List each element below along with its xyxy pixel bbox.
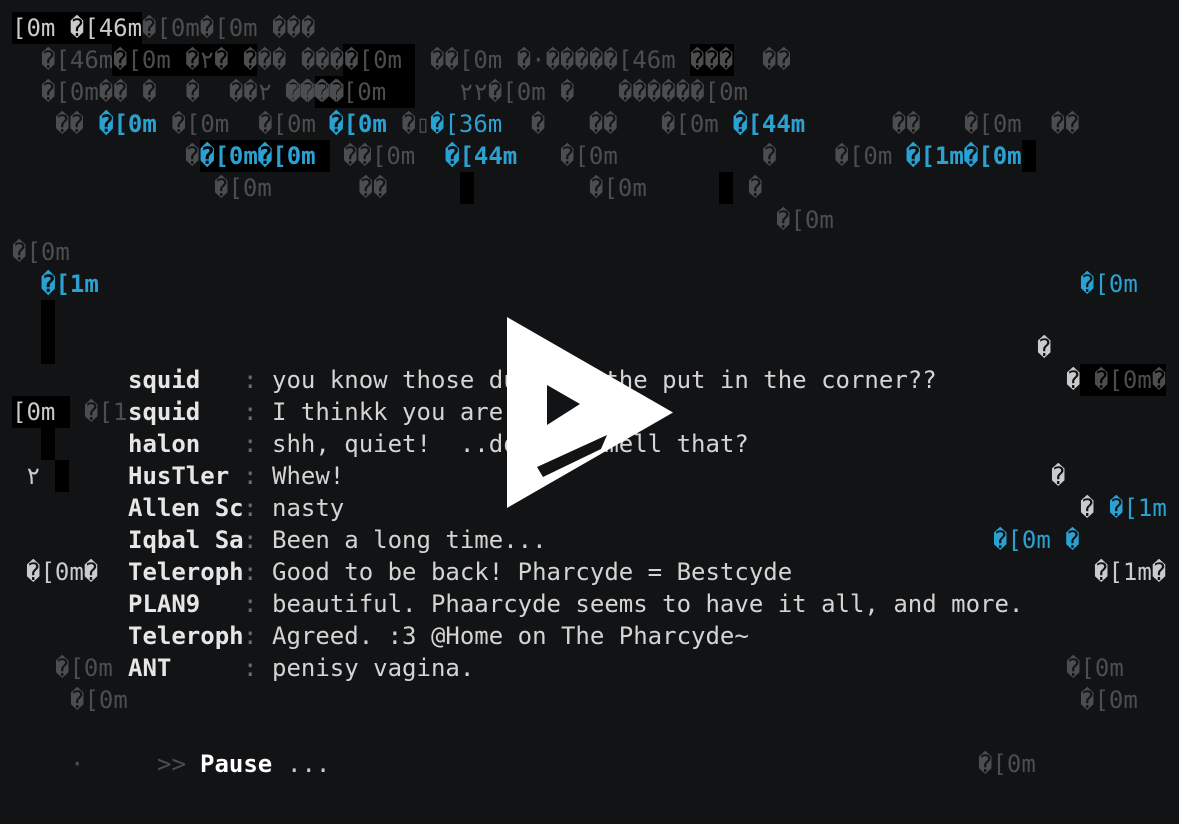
garbled-text: �[0m xyxy=(589,174,647,202)
chat-message: Whew! xyxy=(272,462,345,490)
chat-separator: : xyxy=(243,654,258,682)
garbled-text: ����[0m xyxy=(285,78,387,106)
chat-separator: : xyxy=(243,366,258,394)
garbled-text: �[36m xyxy=(430,110,503,138)
garbled-text: �[0m �٢� ��� ����[0m xyxy=(113,46,402,74)
prompt-arrows: >> xyxy=(157,750,186,778)
garbled-text: � �� �[0m xyxy=(502,110,734,138)
garbled-text: � xyxy=(1080,494,1109,522)
inverse-block xyxy=(55,460,69,492)
chat-separator: : xyxy=(243,558,258,586)
garbled-text: �[0m �[0m xyxy=(157,110,331,138)
chat-separator: : xyxy=(243,622,258,650)
garbled-text: �[0m xyxy=(55,654,113,682)
chat-message: Agreed. :3 @Home on The Pharcyde~ xyxy=(272,622,749,650)
garbled-text: �[0m xyxy=(329,110,387,138)
garbled-text: �[1m�[0m xyxy=(906,142,1022,170)
chat-name: Allen Sc xyxy=(128,494,244,522)
chat-message: Good to be back! Pharcyde = Bestcyde xyxy=(272,558,793,586)
chat-separator: : xyxy=(243,494,258,522)
chat-separator: : xyxy=(243,398,258,426)
garbled-text: [0m xyxy=(12,398,56,426)
garbled-text: �[44m xyxy=(733,110,806,138)
garbled-text: ٢٢�[0m � ������[0m xyxy=(459,78,748,106)
garbled-text: �[0m xyxy=(1080,270,1138,298)
garbled-text: �[1m xyxy=(1109,494,1167,522)
garbled-text: �� �[0m �� xyxy=(805,110,1080,138)
pause-label: Pause xyxy=(200,750,273,778)
garbled-text: ٢ xyxy=(26,462,41,490)
garbled-text: �[0m�[0m ��� xyxy=(142,14,316,42)
garbled-text: �� xyxy=(762,46,791,74)
garbled-text: � xyxy=(1037,334,1052,362)
chat-name: Iqbal Sa xyxy=(128,526,244,554)
inverse-block xyxy=(460,172,474,204)
chat-name: squid xyxy=(128,366,201,394)
garbled-text: �[0m� xyxy=(1094,366,1167,394)
garbled-text: �[1m xyxy=(41,270,99,298)
garbled-text: �[0m�[0m xyxy=(200,142,316,170)
chat-separator: : xyxy=(243,590,258,618)
garbled-text: � xyxy=(1051,462,1066,490)
garbled-text: �[0m � �[0m xyxy=(560,142,907,170)
garbled-text: �� xyxy=(55,110,99,138)
garbled-text: ��� xyxy=(690,46,734,74)
chat-name: PLAN9 xyxy=(128,590,201,618)
chat-name: squid xyxy=(128,398,201,426)
chat-name: halon xyxy=(128,430,201,458)
garbled-text: · xyxy=(70,750,85,778)
chat-separator: : xyxy=(243,462,258,490)
pause-dots: ... xyxy=(287,750,331,778)
chat-message: penisy vagina. xyxy=(272,654,475,682)
inverse-block xyxy=(1022,140,1036,172)
garbled-text: �[0m xyxy=(99,110,157,138)
inverse-block xyxy=(41,428,55,460)
chat-message: nasty xyxy=(272,494,345,522)
garbled-text: �[0m xyxy=(978,750,1036,778)
garbled-text: ��[0m �·�����[46m xyxy=(430,46,691,74)
chat-separator: : xyxy=(243,430,258,458)
garbled-text: �[1m� xyxy=(1094,558,1167,586)
chat-name: Teleroph xyxy=(128,558,244,586)
garbled-text: �[1 xyxy=(84,398,128,426)
garbled-text: ��[0m xyxy=(343,142,445,170)
garbled-text: �[0m xyxy=(12,238,70,266)
play-triangle-icon xyxy=(507,317,673,508)
chat-separator: : xyxy=(243,526,258,554)
chat-message: beautiful. Phaarcyde seems to have it al… xyxy=(272,590,1024,618)
garbled-text: �[0m� xyxy=(26,558,99,586)
inverse-block xyxy=(719,172,733,204)
chat-name: Teleroph xyxy=(128,622,244,650)
chat-message: Been a long time... xyxy=(272,526,547,554)
garbled-text: � xyxy=(185,142,200,170)
garbled-text: �[0m xyxy=(1066,654,1124,682)
play-button[interactable] xyxy=(507,317,673,514)
garbled-text: �[0m xyxy=(776,206,834,234)
garbled-text: �[0m � xyxy=(993,526,1080,554)
garbled-text: �[0m �� xyxy=(214,174,388,202)
garbled-text: � xyxy=(748,174,763,202)
garbled-text: � xyxy=(1066,366,1081,394)
garbled-text: �[0m xyxy=(70,686,128,714)
garbled-text: �[0m xyxy=(1080,686,1138,714)
garbled-text: �[44m xyxy=(445,142,518,170)
inverse-block xyxy=(41,300,55,364)
chat-name: ANT xyxy=(128,654,172,682)
chat-name: HusTler xyxy=(128,462,230,490)
garbled-text: �[46m xyxy=(41,46,114,74)
garbled-text: [0m �[46m xyxy=(12,14,143,42)
garbled-text: �▯ xyxy=(387,110,431,138)
